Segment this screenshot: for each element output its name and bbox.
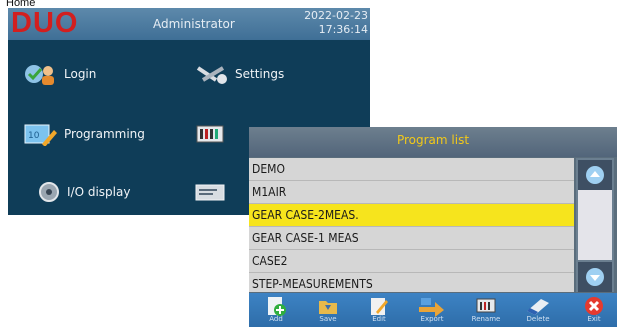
arrow-down-icon <box>586 268 604 286</box>
settings-button[interactable]: Settings <box>195 60 284 88</box>
program-list-dialog: Program list DEMO M1AIR GEAR CASE-2MEAS. GE… <box>249 127 617 327</box>
eraser-icon <box>527 299 549 315</box>
login-button[interactable]: Login <box>24 60 96 88</box>
io-display-label: I/O display <box>67 185 131 199</box>
program-list-item[interactable]: DEMO <box>249 158 574 181</box>
program-list-item[interactable]: M1AIR <box>249 181 574 204</box>
io-display-icon <box>39 182 59 202</box>
save-folder-icon <box>319 301 337 314</box>
scroll-down-button[interactable] <box>578 262 612 292</box>
edit-button[interactable]: Edit <box>360 295 398 325</box>
delete-button[interactable]: Delete <box>519 295 557 325</box>
rename-button[interactable]: Rename <box>467 295 505 325</box>
report-icon <box>195 184 225 201</box>
save-button[interactable]: Save <box>309 295 347 325</box>
export-label: Export <box>420 315 444 323</box>
memory-button[interactable] <box>195 120 235 148</box>
export-button[interactable]: Export <box>413 295 451 325</box>
delete-label: Delete <box>526 315 550 323</box>
login-label: Login <box>64 67 97 81</box>
program-list-item[interactable]: GEAR CASE-1 MEAS <box>249 227 574 250</box>
settings-label: Settings <box>235 67 285 81</box>
svg-text:10: 10 <box>28 131 40 141</box>
io-display-button[interactable]: I/O display <box>37 178 130 206</box>
report-button[interactable] <box>195 178 235 206</box>
program-list-item[interactable]: CASE2 <box>249 250 574 273</box>
date-text: 2022-02-23 <box>304 9 368 22</box>
logo: DUO <box>11 7 79 39</box>
memory-icon <box>196 125 224 143</box>
header-bar: DUO Administrator 2022-02-23 17:36:14 <box>8 7 370 40</box>
edit-label: Edit <box>372 315 386 323</box>
edit-icon <box>371 298 388 315</box>
programming-icon: 10 <box>24 124 57 146</box>
settings-icon <box>196 66 227 84</box>
program-list-item[interactable]: STEP-MEASUREMENTS <box>249 273 574 292</box>
rename-icon <box>476 298 496 313</box>
scroll-track[interactable] <box>578 190 612 260</box>
dialog-title: Program list <box>396 133 470 147</box>
save-label: Save <box>319 315 337 323</box>
exit-button[interactable]: Exit <box>575 295 613 325</box>
export-icon <box>419 298 444 317</box>
add-label: Add <box>269 315 283 323</box>
user-role: Administrator <box>153 17 235 31</box>
program-list-item[interactable]: GEAR CASE-2MEAS. <box>249 204 574 227</box>
programming-button[interactable]: 10 Programming <box>24 120 145 148</box>
clock: 2022-02-23 17:36:14 <box>304 9 368 37</box>
exit-label: Exit <box>587 315 601 323</box>
close-icon <box>585 297 603 315</box>
dialog-toolbar: Add Save Edit Export Rename Delete Exit <box>249 293 617 327</box>
time-text: 17:36:14 <box>318 23 368 36</box>
login-icon <box>25 65 54 85</box>
rename-label: Rename <box>471 315 501 323</box>
arrow-up-icon <box>586 166 604 184</box>
scrollbar[interactable] <box>576 158 614 292</box>
scroll-up-button[interactable] <box>578 160 612 190</box>
add-button[interactable]: Add <box>257 295 295 325</box>
programming-label: Programming <box>64 127 145 141</box>
program-list[interactable]: DEMO M1AIR GEAR CASE-2MEAS. GEAR CASE-1 MEA… <box>249 158 574 292</box>
add-document-icon <box>268 297 286 316</box>
